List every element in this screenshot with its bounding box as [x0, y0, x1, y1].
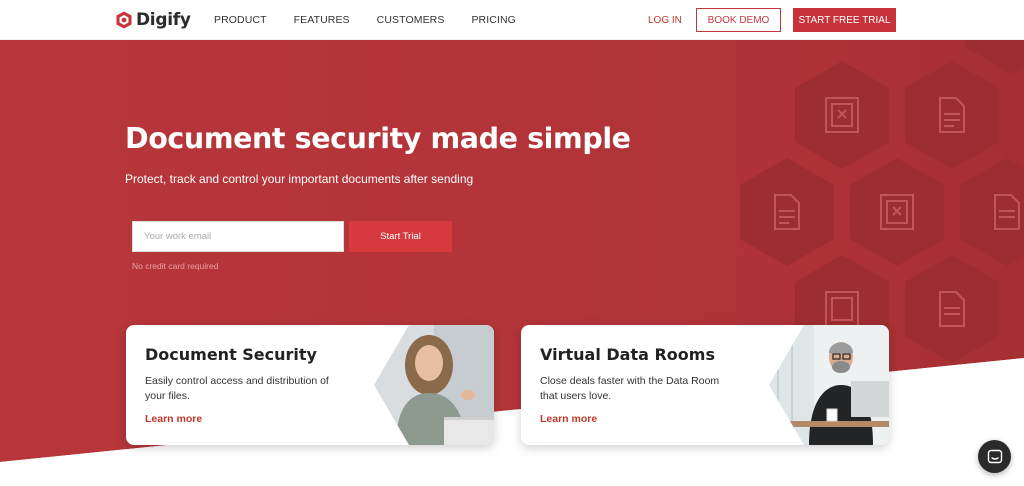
card-title: Document Security	[145, 345, 317, 364]
no-credit-card-note: No credit card required	[132, 261, 219, 271]
page: Digify PRODUCT FEATURES CUSTOMERS PRICIN…	[0, 0, 1024, 486]
document-security-card[interactable]: Document Security Easily control access …	[126, 325, 494, 445]
start-trial-button[interactable]: Start Trial	[349, 221, 452, 252]
nav-features[interactable]: FEATURES	[294, 14, 350, 26]
brand-name: Digify	[136, 10, 191, 30]
main-nav: PRODUCT FEATURES CUSTOMERS PRICING	[214, 14, 543, 26]
learn-more-link[interactable]: Learn more	[145, 413, 202, 425]
nav-product[interactable]: PRODUCT	[214, 14, 267, 26]
hero-section: Document security made simple Protect, t…	[0, 40, 1024, 486]
brand-logo[interactable]: Digify	[116, 9, 191, 31]
login-link[interactable]: LOG IN	[648, 15, 682, 26]
card-description: Easily control access and distribution o…	[145, 375, 329, 402]
start-free-trial-button[interactable]: START FREE TRIAL	[793, 8, 896, 32]
chat-icon	[987, 449, 1002, 463]
hero-title: Document security made simple	[125, 122, 631, 155]
learn-more-link[interactable]: Learn more	[540, 413, 597, 425]
man-photo	[769, 325, 889, 445]
chat-button[interactable]	[978, 440, 1011, 473]
book-demo-button[interactable]: BOOK DEMO	[696, 8, 781, 32]
card-description: Close deals faster with the Data Room th…	[540, 375, 720, 402]
woman-photo	[374, 325, 494, 445]
logo-hexagon-icon	[116, 11, 132, 29]
nav-pricing[interactable]: PRICING	[471, 14, 515, 26]
top-navbar: Digify PRODUCT FEATURES CUSTOMERS PRICIN…	[0, 0, 1024, 40]
virtual-data-rooms-card[interactable]: Virtual Data Rooms Close deals faster wi…	[521, 325, 889, 445]
nav-customers[interactable]: CUSTOMERS	[377, 14, 445, 26]
card-title: Virtual Data Rooms	[540, 345, 715, 364]
hero-subtitle: Protect, track and control your importan…	[125, 172, 474, 186]
work-email-input[interactable]	[132, 221, 344, 252]
